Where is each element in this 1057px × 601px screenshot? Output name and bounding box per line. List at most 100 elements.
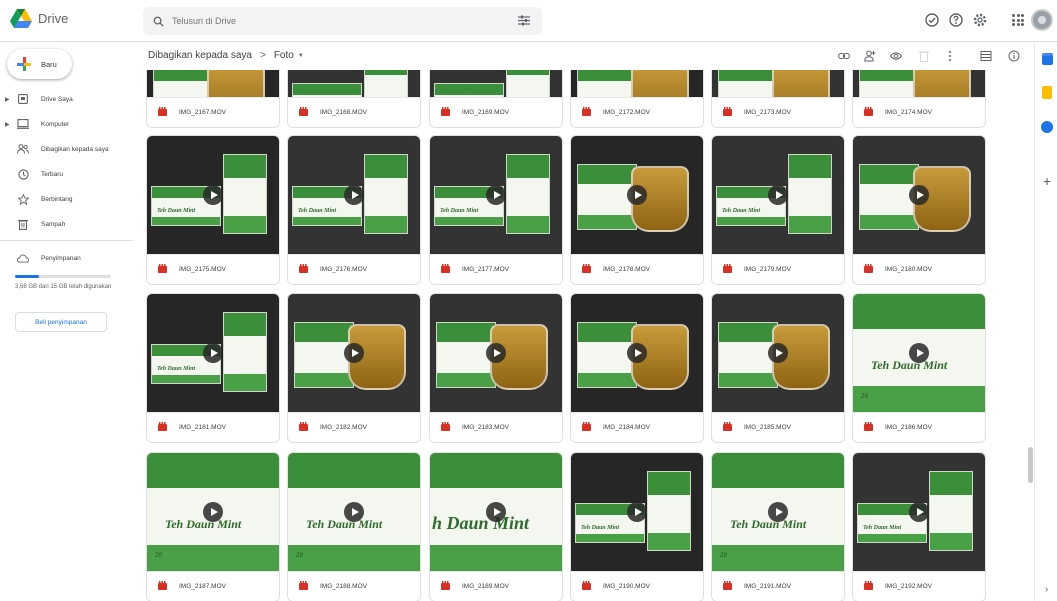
file-tile[interactable]: Teh Daun Mint IMG_2175.MOV xyxy=(146,135,280,285)
file-name-row[interactable]: IMG_2190.MOV xyxy=(571,571,703,601)
file-tile[interactable]: IMG_2185.MOV xyxy=(711,293,845,443)
play-icon[interactable] xyxy=(203,502,223,522)
file-tile[interactable]: IMG_2172.MOV xyxy=(570,70,704,128)
video-thumbnail[interactable]: Teh Daun Mint xyxy=(288,70,420,97)
video-thumbnail[interactable] xyxy=(712,70,844,97)
file-tile[interactable]: Teh Daun Mint IMG_2190.MOV xyxy=(570,452,704,601)
play-icon[interactable] xyxy=(344,185,364,205)
file-name-row[interactable]: IMG_2186.MOV xyxy=(853,412,985,442)
search-bar[interactable] xyxy=(143,7,542,35)
video-thumbnail[interactable] xyxy=(430,294,562,412)
account-avatar[interactable] xyxy=(1031,9,1053,31)
file-name-row[interactable]: IMG_2182.MOV xyxy=(288,412,420,442)
play-icon[interactable] xyxy=(909,502,929,522)
file-name-row[interactable]: IMG_2191.MOV xyxy=(712,571,844,601)
file-tile[interactable]: Teh Daun Mint 20 IMG_2191.MOV xyxy=(711,452,845,601)
file-name-row[interactable]: IMG_2174.MOV xyxy=(853,97,985,127)
play-icon[interactable] xyxy=(486,502,506,522)
file-name-row[interactable]: IMG_2181.MOV xyxy=(147,412,279,442)
play-icon[interactable] xyxy=(627,502,647,522)
tasks-icon[interactable] xyxy=(1041,121,1053,133)
video-thumbnail[interactable] xyxy=(571,136,703,254)
video-thumbnail[interactable]: Teh Daun Mint 20 xyxy=(853,294,985,412)
file-tile[interactable]: IMG_2167.MOV xyxy=(146,70,280,128)
file-tile[interactable]: Teh Daun Mint IMG_2169.MOV xyxy=(429,70,563,128)
video-thumbnail[interactable]: Teh Daun Mint xyxy=(571,453,703,571)
play-icon[interactable] xyxy=(486,343,506,363)
play-icon[interactable] xyxy=(909,343,929,363)
video-thumbnail[interactable]: Teh Daun Mint 20 xyxy=(288,453,420,571)
file-tile[interactable]: IMG_2183.MOV xyxy=(429,293,563,443)
play-icon[interactable] xyxy=(768,343,788,363)
file-name-row[interactable]: IMG_2179.MOV xyxy=(712,254,844,284)
file-name-row[interactable]: IMG_2187.MOV xyxy=(147,571,279,601)
sidebar-item-recent[interactable]: Terbaru xyxy=(0,165,140,183)
expand-arrow-icon[interactable]: ▶ xyxy=(5,96,13,103)
file-name-row[interactable]: IMG_2177.MOV xyxy=(430,254,562,284)
file-tile[interactable]: Teh Daun Mint IMG_2177.MOV xyxy=(429,135,563,285)
play-icon[interactable] xyxy=(627,343,647,363)
play-icon[interactable] xyxy=(486,185,506,205)
video-thumbnail[interactable]: Teh Daun Mint xyxy=(712,136,844,254)
sidebar-item-starred[interactable]: Berbintang xyxy=(0,190,140,208)
file-name-row[interactable]: IMG_2172.MOV xyxy=(571,97,703,127)
file-name-row[interactable]: IMG_2189.MOV xyxy=(430,571,562,601)
file-name-row[interactable]: IMG_2185.MOV xyxy=(712,412,844,442)
file-tile[interactable]: Teh Daun Mint IMG_2179.MOV xyxy=(711,135,845,285)
file-tile[interactable]: IMG_2173.MOV xyxy=(711,70,845,128)
video-thumbnail[interactable]: h Daun Mint xyxy=(430,453,562,571)
file-tile[interactable]: IMG_2182.MOV xyxy=(287,293,421,443)
video-thumbnail[interactable] xyxy=(853,70,985,97)
new-button[interactable]: Baru xyxy=(7,49,72,79)
file-tile[interactable]: IMG_2180.MOV xyxy=(852,135,986,285)
file-tile[interactable]: Teh Daun Mint IMG_2168.MOV xyxy=(287,70,421,128)
add-addon-icon[interactable]: + xyxy=(1043,174,1051,188)
sidebar-item-shared-with-me[interactable]: Dibagikan kepada saya xyxy=(0,140,140,158)
video-thumbnail[interactable]: Teh Daun Mint xyxy=(288,136,420,254)
file-name-row[interactable]: IMG_2167.MOV xyxy=(147,97,279,127)
file-tile[interactable]: h Daun Mint IMG_2189.MOV xyxy=(429,452,563,601)
play-icon[interactable] xyxy=(627,185,647,205)
play-icon[interactable] xyxy=(768,185,788,205)
file-name-row[interactable]: IMG_2169.MOV xyxy=(430,97,562,127)
file-tile[interactable]: Teh Daun Mint 20 IMG_2186.MOV xyxy=(852,293,986,443)
link-icon[interactable] xyxy=(838,50,850,62)
delete-icon[interactable] xyxy=(918,50,930,62)
file-tile[interactable]: Teh Daun Mint 20 IMG_2188.MOV xyxy=(287,452,421,601)
filter-options-icon[interactable] xyxy=(518,15,530,26)
preview-eye-icon[interactable] xyxy=(890,50,902,62)
video-thumbnail[interactable]: Teh Daun Mint xyxy=(147,136,279,254)
expand-arrow-icon[interactable]: ▶ xyxy=(5,121,13,128)
breadcrumb-current[interactable]: Foto xyxy=(274,50,294,61)
video-thumbnail[interactable]: Teh Daun Mint xyxy=(430,70,562,97)
sidebar-item-computers[interactable]: ▶ Komputer xyxy=(0,115,140,133)
file-name-row[interactable]: IMG_2175.MOV xyxy=(147,254,279,284)
video-thumbnail[interactable]: Teh Daun Mint 20 xyxy=(712,453,844,571)
file-name-row[interactable]: IMG_2168.MOV xyxy=(288,97,420,127)
info-icon[interactable] xyxy=(1008,50,1020,62)
file-tile[interactable]: Teh Daun Mint 20 IMG_2187.MOV xyxy=(146,452,280,601)
video-thumbnail[interactable]: Teh Daun Mint 20 xyxy=(147,453,279,571)
video-thumbnail[interactable]: Teh Daun Mint xyxy=(430,136,562,254)
file-name-row[interactable]: IMG_2192.MOV xyxy=(853,571,985,601)
file-tile[interactable]: IMG_2184.MOV xyxy=(570,293,704,443)
video-thumbnail[interactable] xyxy=(712,294,844,412)
file-name-row[interactable]: IMG_2173.MOV xyxy=(712,97,844,127)
more-actions-icon[interactable] xyxy=(944,50,956,62)
calendar-icon[interactable] xyxy=(1042,53,1053,65)
video-thumbnail[interactable] xyxy=(853,136,985,254)
drive-logo[interactable]: Drive xyxy=(10,9,68,28)
apps-grid-icon[interactable] xyxy=(1012,14,1024,26)
file-tile[interactable]: Teh Daun Mint IMG_2181.MOV xyxy=(146,293,280,443)
file-name-row[interactable]: IMG_2180.MOV xyxy=(853,254,985,284)
sidebar-item-my-drive[interactable]: ▶ Drive Saya xyxy=(0,90,140,108)
file-name-row[interactable]: IMG_2178.MOV xyxy=(571,254,703,284)
file-name-row[interactable]: IMG_2184.MOV xyxy=(571,412,703,442)
list-view-icon[interactable] xyxy=(980,50,992,62)
play-icon[interactable] xyxy=(203,343,223,363)
scrollbar-thumb[interactable] xyxy=(1028,447,1033,483)
file-tile[interactable]: IMG_2178.MOV xyxy=(570,135,704,285)
video-thumbnail[interactable]: Teh Daun Mint xyxy=(853,453,985,571)
sidebar-item-storage[interactable]: Penyimpanan xyxy=(0,249,140,267)
file-tile[interactable]: Teh Daun Mint IMG_2192.MOV xyxy=(852,452,986,601)
